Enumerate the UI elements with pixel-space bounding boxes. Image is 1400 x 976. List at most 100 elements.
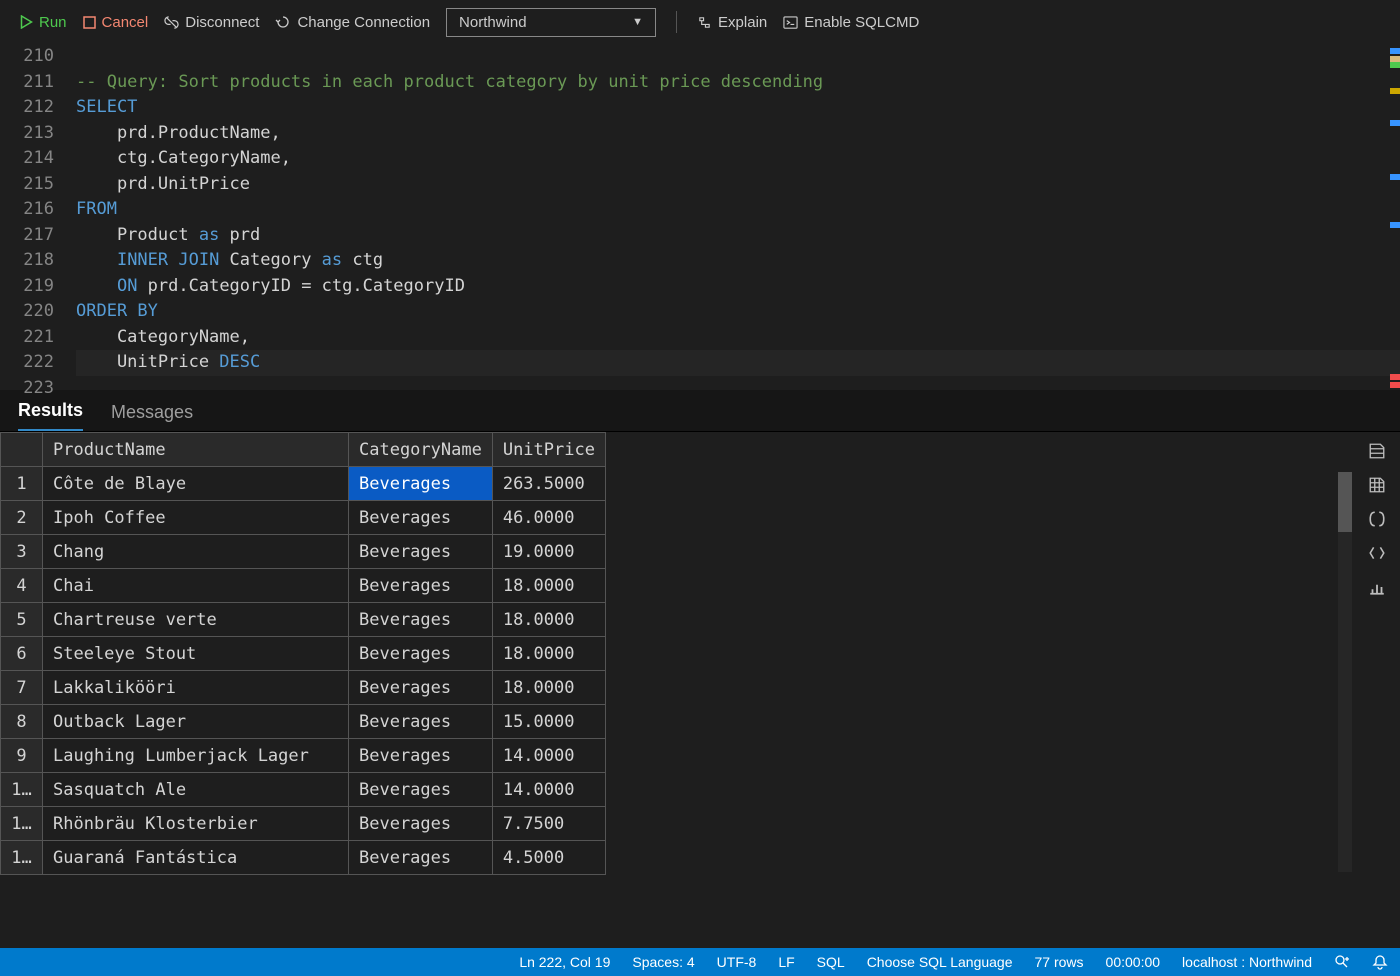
disconnect-button[interactable]: Disconnect: [164, 14, 259, 31]
row-number[interactable]: 4: [1, 569, 43, 603]
cell-unitprice[interactable]: 4.5000: [492, 841, 605, 875]
overview-mark[interactable]: [1390, 120, 1400, 126]
code-line[interactable]: prd.ProductName,: [76, 121, 1400, 147]
scrollbar-thumb[interactable]: [1338, 472, 1352, 532]
cell-productname[interactable]: Chang: [43, 535, 349, 569]
table-row[interactable]: 5Chartreuse verteBeverages18.0000: [1, 603, 606, 637]
cancel-button[interactable]: Cancel: [83, 14, 149, 31]
table-row[interactable]: 2Ipoh CoffeeBeverages46.0000: [1, 501, 606, 535]
cell-unitprice[interactable]: 7.7500: [492, 807, 605, 841]
table-row[interactable]: 1…Guaraná FantásticaBeverages4.5000: [1, 841, 606, 875]
cell-unitprice[interactable]: 14.0000: [492, 773, 605, 807]
status-eol[interactable]: LF: [778, 954, 794, 970]
overview-mark[interactable]: [1390, 48, 1400, 54]
table-row[interactable]: 4ChaiBeverages18.0000: [1, 569, 606, 603]
cell-categoryname[interactable]: Beverages: [349, 603, 493, 637]
cell-categoryname[interactable]: Beverages: [349, 773, 493, 807]
save-csv-icon[interactable]: [1366, 440, 1388, 462]
row-number[interactable]: 1…: [1, 773, 43, 807]
code-line[interactable]: FROM: [76, 197, 1400, 223]
code-line[interactable]: ctg.CategoryName,: [76, 146, 1400, 172]
cell-unitprice[interactable]: 263.5000: [492, 467, 605, 501]
status-ln-col[interactable]: Ln 222, Col 19: [519, 954, 610, 970]
cell-categoryname[interactable]: Beverages: [349, 807, 493, 841]
tab-messages[interactable]: Messages: [111, 402, 193, 431]
row-number[interactable]: 8: [1, 705, 43, 739]
code-line[interactable]: CategoryName,: [76, 325, 1400, 351]
table-row[interactable]: 1Côte de BlayeBeverages263.5000: [1, 467, 606, 501]
table-row[interactable]: 6Steeleye StoutBeverages18.0000: [1, 637, 606, 671]
save-json-icon[interactable]: [1366, 508, 1388, 530]
cell-unitprice[interactable]: 18.0000: [492, 569, 605, 603]
row-number[interactable]: 5: [1, 603, 43, 637]
cell-categoryname[interactable]: Beverages: [349, 671, 493, 705]
code-area[interactable]: -- Query: Sort products in each product …: [76, 44, 1400, 390]
overview-mark[interactable]: [1390, 88, 1400, 94]
cell-unitprice[interactable]: 46.0000: [492, 501, 605, 535]
sql-editor[interactable]: 2102112122132142152162172182192202212222…: [0, 44, 1400, 390]
overview-mark[interactable]: [1390, 374, 1400, 380]
cell-productname[interactable]: Steeleye Stout: [43, 637, 349, 671]
cell-unitprice[interactable]: 18.0000: [492, 637, 605, 671]
cell-categoryname[interactable]: Beverages: [349, 467, 493, 501]
feedback-icon[interactable]: [1334, 954, 1350, 970]
table-row[interactable]: 8Outback LagerBeverages15.0000: [1, 705, 606, 739]
column-header-categoryname[interactable]: CategoryName: [349, 433, 493, 467]
cell-productname[interactable]: Outback Lager: [43, 705, 349, 739]
overview-mark[interactable]: [1390, 62, 1400, 68]
row-number[interactable]: 2: [1, 501, 43, 535]
table-row[interactable]: 1…Sasquatch AleBeverages14.0000: [1, 773, 606, 807]
cell-categoryname[interactable]: Beverages: [349, 637, 493, 671]
row-number[interactable]: 9: [1, 739, 43, 773]
cell-unitprice[interactable]: 15.0000: [492, 705, 605, 739]
cell-categoryname[interactable]: Beverages: [349, 569, 493, 603]
cell-categoryname[interactable]: Beverages: [349, 841, 493, 875]
run-button[interactable]: Run: [20, 14, 67, 31]
cell-categoryname[interactable]: Beverages: [349, 705, 493, 739]
overview-mark[interactable]: [1390, 222, 1400, 228]
tab-results[interactable]: Results: [18, 400, 83, 431]
code-line[interactable]: [76, 44, 1400, 70]
overview-ruler[interactable]: [1386, 44, 1400, 390]
overview-mark[interactable]: [1390, 174, 1400, 180]
explain-button[interactable]: Explain: [697, 14, 767, 31]
cell-unitprice[interactable]: 14.0000: [492, 739, 605, 773]
code-line[interactable]: UnitPrice DESC: [76, 350, 1400, 376]
table-row[interactable]: 7LakkalikööriBeverages18.0000: [1, 671, 606, 705]
overview-mark[interactable]: [1390, 382, 1400, 388]
row-number[interactable]: 6: [1, 637, 43, 671]
status-encoding[interactable]: UTF-8: [717, 954, 757, 970]
results-grid[interactable]: ProductName CategoryName UnitPrice 1Côte…: [0, 432, 606, 875]
row-number[interactable]: 1: [1, 467, 43, 501]
table-row[interactable]: 9Laughing Lumberjack LagerBeverages14.00…: [1, 739, 606, 773]
cell-unitprice[interactable]: 18.0000: [492, 603, 605, 637]
row-number[interactable]: 3: [1, 535, 43, 569]
code-line[interactable]: [76, 376, 1400, 402]
code-line[interactable]: Product as prd: [76, 223, 1400, 249]
column-header-productname[interactable]: ProductName: [43, 433, 349, 467]
code-line[interactable]: INNER JOIN Category as ctg: [76, 248, 1400, 274]
cell-productname[interactable]: Guaraná Fantástica: [43, 841, 349, 875]
code-line[interactable]: SELECT: [76, 95, 1400, 121]
notifications-icon[interactable]: [1372, 954, 1388, 970]
enable-sqlcmd-button[interactable]: Enable SQLCMD: [783, 14, 919, 31]
cell-unitprice[interactable]: 18.0000: [492, 671, 605, 705]
table-row[interactable]: 1…Rhönbräu KlosterbierBeverages7.7500: [1, 807, 606, 841]
chart-icon[interactable]: [1366, 576, 1388, 598]
save-xml-icon[interactable]: [1366, 542, 1388, 564]
status-lang[interactable]: SQL: [817, 954, 845, 970]
code-line[interactable]: ORDER BY: [76, 299, 1400, 325]
cell-unitprice[interactable]: 19.0000: [492, 535, 605, 569]
cell-productname[interactable]: Rhönbräu Klosterbier: [43, 807, 349, 841]
column-header-unitprice[interactable]: UnitPrice: [492, 433, 605, 467]
code-line[interactable]: prd.UnitPrice: [76, 172, 1400, 198]
cell-productname[interactable]: Sasquatch Ale: [43, 773, 349, 807]
code-line[interactable]: -- Query: Sort products in each product …: [76, 70, 1400, 96]
cell-productname[interactable]: Laughing Lumberjack Lager: [43, 739, 349, 773]
cell-productname[interactable]: Chartreuse verte: [43, 603, 349, 637]
row-number[interactable]: 1…: [1, 841, 43, 875]
cell-productname[interactable]: Ipoh Coffee: [43, 501, 349, 535]
change-connection-button[interactable]: Change Connection: [275, 14, 430, 31]
table-row[interactable]: 3ChangBeverages19.0000: [1, 535, 606, 569]
row-number[interactable]: 7: [1, 671, 43, 705]
